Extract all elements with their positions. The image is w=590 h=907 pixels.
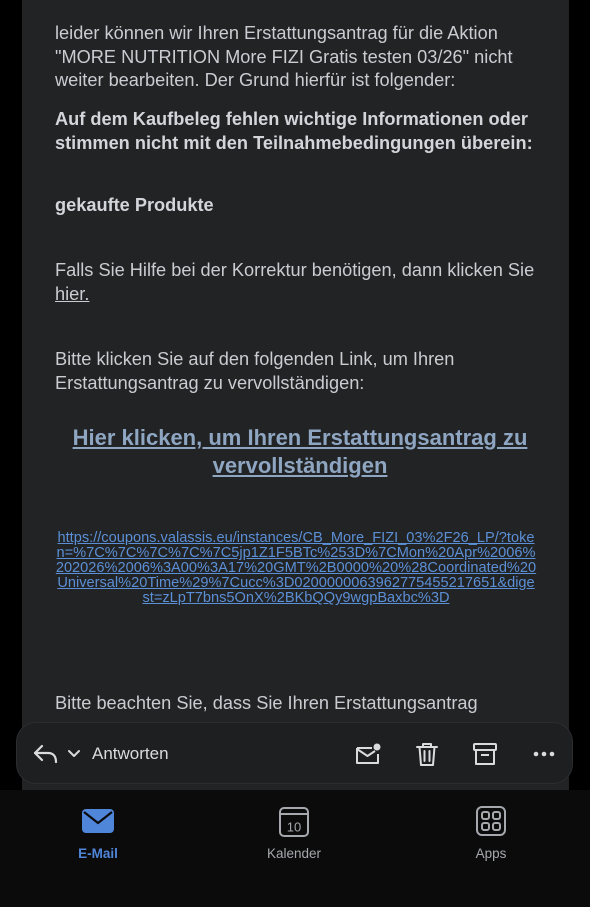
tab-email-label: E-Mail	[78, 846, 118, 861]
reply-label: Antworten	[92, 744, 169, 763]
more-icon[interactable]	[529, 739, 559, 769]
reply-icon	[32, 742, 60, 766]
tab-email[interactable]: E-Mail	[48, 804, 148, 861]
trash-icon[interactable]	[412, 739, 442, 769]
reason-heading: Auf dem Kaufbeleg fehlen wichtige Inform…	[55, 109, 533, 153]
intro-paragraph: leider können wir Ihren Erstattungsantra…	[55, 23, 513, 90]
mark-unread-icon[interactable]	[353, 739, 383, 769]
tab-apps[interactable]: Apps	[441, 804, 541, 861]
mail-icon	[82, 809, 114, 833]
archive-icon[interactable]	[470, 739, 500, 769]
tab-calendar-label: Kalender	[266, 846, 322, 861]
closing-paragraph: Bitte beachten Sie, dass Sie Ihren Ersta…	[55, 693, 478, 713]
calendar-icon: 10	[279, 807, 309, 837]
reply-button[interactable]: Antworten	[32, 723, 169, 785]
help-link[interactable]: hier.	[55, 284, 89, 304]
help-paragraph: Falls Sie Hilfe bei der Korrektur benöti…	[55, 259, 545, 306]
reason-item: gekaufte Produkte	[55, 195, 214, 215]
chevron-down-icon[interactable]	[66, 748, 82, 760]
complete-request-link[interactable]: Hier klicken, um Ihren Erstattungsantrag…	[39, 424, 561, 480]
email-content: leider können wir Ihren Erstattungsantra…	[22, 0, 569, 790]
mail-screen: leider können wir Ihren Erstattungsantra…	[0, 0, 590, 907]
bottom-tab-bar: E-Mail 10 Kalender Apps	[0, 790, 590, 907]
request-url-link[interactable]: https://coupons.valassis.eu/instances/CB…	[55, 530, 537, 606]
complete-prompt: Bitte klicken Sie auf den folgenden Link…	[55, 349, 455, 393]
calendar-day: 10	[287, 820, 301, 835]
tab-apps-label: Apps	[475, 846, 507, 861]
tab-calendar[interactable]: 10 Kalender	[244, 804, 344, 861]
help-text: Falls Sie Hilfe bei der Korrektur benöti…	[55, 260, 535, 280]
apps-icon	[476, 806, 506, 836]
email-action-bar: Antworten	[16, 722, 573, 784]
